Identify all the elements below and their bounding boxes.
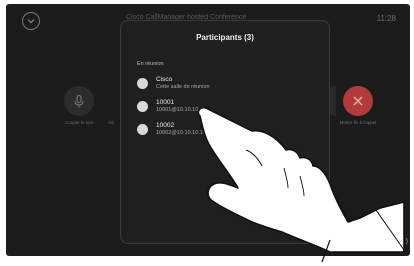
participants-panel: Participants (3) En réunion Cisco Cette … [120, 20, 330, 244]
participant-row[interactable]: 10002 10002@10.10.10.14 [137, 122, 317, 142]
participant-detail: Cette salle de réunion [156, 84, 210, 90]
mute-label: Couper le son [64, 120, 94, 125]
participant-name: 10002 [156, 122, 175, 129]
volume-control[interactable] [336, 226, 410, 256]
add-label-partial: Ad [108, 120, 114, 125]
avatar [137, 78, 148, 89]
panel-title: Participants (3) [196, 33, 254, 42]
end-call-button[interactable] [343, 86, 373, 116]
mute-button[interactable] [64, 86, 94, 116]
end-call-icon [353, 96, 363, 106]
participant-row[interactable]: Cisco Cette salle de réunion [137, 76, 317, 96]
participant-row[interactable]: 10001 10001@10.10.10.14 [137, 99, 317, 119]
touch-panel-screen: Cisco CallManager hosted Conference 11:2… [6, 4, 410, 256]
clock: 11:28 [376, 14, 396, 23]
microphone-icon [74, 94, 84, 107]
avatar [137, 124, 148, 135]
participant-detail: 10002@10.10.10.14 [156, 130, 206, 136]
collapse-icon [27, 19, 35, 24]
end-call-label: Mettre fin à l'appel [339, 120, 377, 125]
section-label: En réunion [137, 61, 164, 67]
volume-icon [371, 235, 408, 247]
avatar [137, 101, 148, 112]
participant-name: Cisco [156, 76, 173, 83]
participant-name: 10001 [156, 99, 175, 106]
collapse-button[interactable] [22, 12, 40, 30]
participant-detail: 10001@10.10.10.14 [156, 107, 206, 113]
